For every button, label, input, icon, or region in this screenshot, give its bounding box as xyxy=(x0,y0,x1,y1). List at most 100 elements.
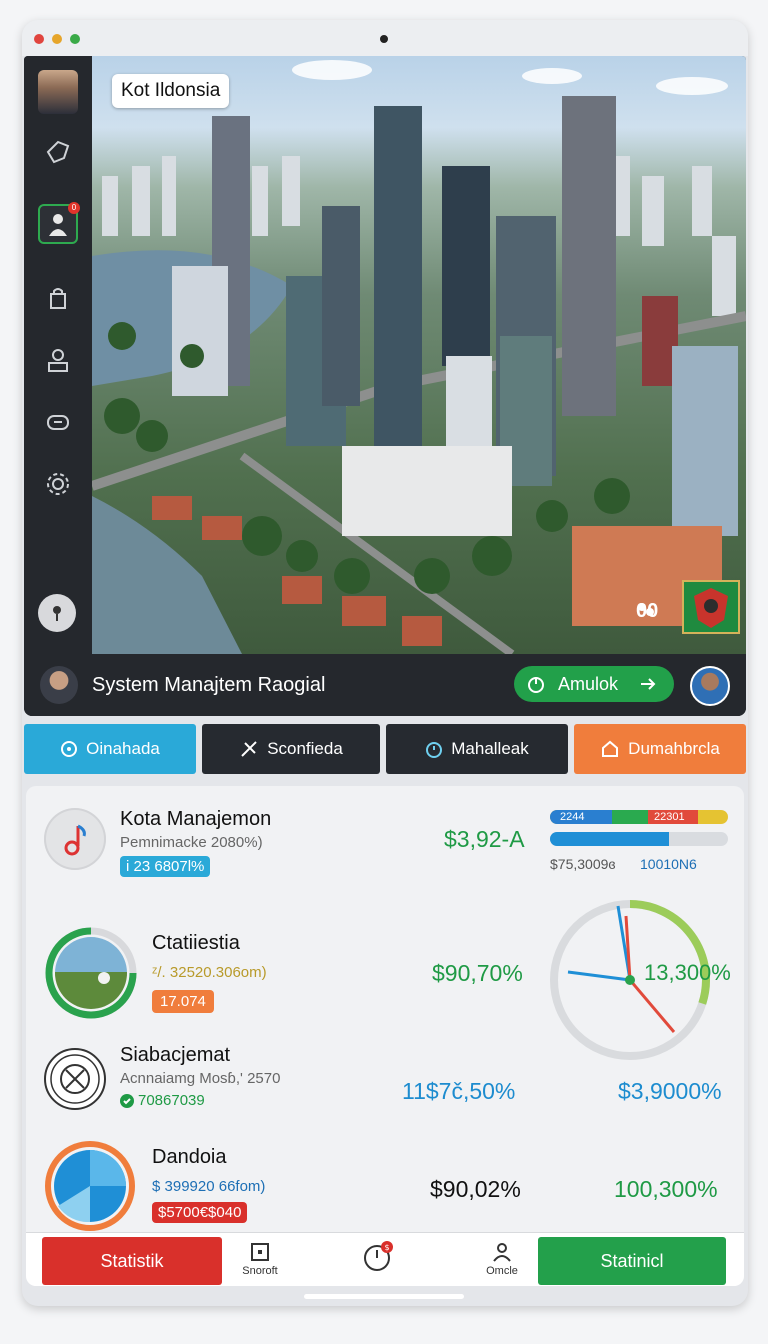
tab-label: Oinahada xyxy=(86,739,160,758)
tab-dumahbrcla[interactable]: Dumahbrcla xyxy=(574,724,746,774)
row-subtitle: Pemnimacke 2080%) xyxy=(120,834,263,851)
person-icon xyxy=(493,1243,511,1262)
statinicl-button[interactable]: Statinicl xyxy=(538,1237,726,1285)
notification-dot: 0 xyxy=(68,202,80,214)
window-titlebar xyxy=(22,20,748,56)
avatar[interactable] xyxy=(38,70,78,114)
city-aerial-image: Kot Ildonsia 00 xyxy=(92,56,746,654)
unlock-button[interactable]: Amulok xyxy=(514,666,674,702)
pie-chart-icon xyxy=(44,1140,136,1232)
square-icon xyxy=(251,1243,269,1261)
row-title: Kota Manajemon xyxy=(120,808,272,830)
unlock-button-label: Amulok xyxy=(558,673,619,694)
tab-bar: Oinahada Sconfieda Mahalleak Dumahbrcla xyxy=(24,724,746,774)
row-value-secondary: 100,300% xyxy=(614,1176,718,1202)
city-count: 00 xyxy=(636,600,658,623)
hero-info-bar: System Manajtem Raogial Amulok xyxy=(24,654,746,716)
hero-section: 0 Kot Ildonsia System Manajtem Raogial A… xyxy=(24,56,746,716)
row-value: $90,02% xyxy=(430,1176,521,1202)
photo-ring-icon xyxy=(44,926,138,1020)
music-icon xyxy=(44,808,106,870)
message-icon xyxy=(47,415,69,430)
progress-bar xyxy=(550,832,728,846)
row-value: 11$7č,50% xyxy=(402,1078,516,1104)
seal-icon xyxy=(44,1048,106,1110)
tab-label: Sconfieda xyxy=(267,739,343,758)
status-badge: $5700€$040 xyxy=(152,1202,248,1223)
snoroft-button[interactable]: Snoroft xyxy=(230,1241,290,1277)
camera-icon xyxy=(380,35,388,43)
tab-mahalleak[interactable]: Mahalleak xyxy=(386,724,568,774)
pin-icon xyxy=(53,606,61,621)
refresh-icon xyxy=(61,741,78,757)
lock-icon xyxy=(50,288,66,309)
minimize-window-button[interactable] xyxy=(52,34,62,44)
arrow-right-icon xyxy=(641,678,656,690)
row-title: Siabacjemat xyxy=(120,1044,231,1066)
sidebar-item-tag[interactable] xyxy=(38,132,78,172)
home-indicator[interactable] xyxy=(304,1294,464,1299)
tag-icon xyxy=(46,140,70,164)
badge-label: 70867039 xyxy=(138,1092,205,1109)
bottom-action-bar: Statistik Snoroft $ Omcle Statinicl xyxy=(26,1232,744,1286)
progress-bars: 2244 22301 xyxy=(550,810,728,848)
tab-label: Mahalleak xyxy=(451,739,529,758)
statistik-button[interactable]: Statistik xyxy=(42,1237,222,1285)
timer-badge: $ xyxy=(384,1243,389,1252)
power-icon xyxy=(528,677,544,693)
row-subtitle: Acnnaiamg Mosɓ,' 2570 xyxy=(120,1070,281,1087)
timer-icon xyxy=(426,742,443,758)
avatar[interactable] xyxy=(690,666,730,706)
status-badge: i 23 6807l% xyxy=(120,856,211,877)
device-frame: 0 Kot Ildonsia System Manajtem Raogial A… xyxy=(22,20,748,1306)
sidebar: 0 xyxy=(24,56,92,654)
bottom-item-label: Omcle xyxy=(486,1265,518,1277)
row-subtitle: $ 399920 66fom) xyxy=(152,1178,266,1195)
shield-icon xyxy=(694,588,728,628)
check-circle-icon xyxy=(120,1093,134,1108)
progress-right-text: 10010N6 xyxy=(640,856,697,872)
sidebar-item-lock[interactable] xyxy=(38,278,78,318)
people-icon xyxy=(638,603,654,616)
home-icon xyxy=(602,740,619,757)
city-skyline-illustration xyxy=(92,60,746,654)
stopwatch-icon: $ xyxy=(364,1241,393,1271)
omcle-button[interactable]: Omcle xyxy=(472,1241,532,1277)
progress-left-text: $75,3009ɞ xyxy=(550,856,616,872)
status-badge: 70867039 xyxy=(120,1092,205,1109)
row-value-secondary: $3,9000% xyxy=(618,1078,722,1104)
person-icon xyxy=(49,214,67,236)
timer-button[interactable]: $ xyxy=(348,1239,408,1275)
tools-icon xyxy=(241,741,257,757)
gauge-label: 13,300% xyxy=(644,960,731,985)
emblem-badge xyxy=(682,580,740,634)
row-title: Ctatiiestia xyxy=(152,932,240,954)
tab-sconfieda[interactable]: Sconfieda xyxy=(202,724,380,774)
sidebar-item-user[interactable] xyxy=(38,340,78,380)
progress-segment-green xyxy=(612,810,648,824)
city-label: Kot Ildonsia xyxy=(112,74,230,108)
row-value: $3,92-A xyxy=(444,826,525,852)
page-title: System Manajtem Raogial xyxy=(92,674,326,696)
sidebar-item-settings[interactable] xyxy=(38,464,78,504)
stats-panel: Kota Manajemon Pemnimacke 2080%) i 23 68… xyxy=(26,786,744,1286)
sidebar-item-account[interactable] xyxy=(38,594,76,632)
bottom-item-label: Snoroft xyxy=(242,1265,278,1277)
row-subtitle: ᶻ/. 32520.306om) xyxy=(152,964,267,981)
progress-fill xyxy=(550,832,670,846)
row-title: Dandoia xyxy=(152,1146,227,1168)
progress-blue-label: 2244 xyxy=(560,811,585,823)
close-window-button[interactable] xyxy=(34,34,44,44)
sidebar-item-profile[interactable]: 0 xyxy=(38,202,80,244)
maximize-window-button[interactable] xyxy=(70,34,80,44)
gear-icon xyxy=(47,473,69,495)
status-badge: 17.074 xyxy=(152,990,214,1013)
row-value: $90,70% xyxy=(432,960,523,986)
progress-red-label: 22301 xyxy=(654,811,685,823)
tab-oinahada[interactable]: Oinahada xyxy=(24,724,196,774)
progress-bar-multi: 2244 22301 xyxy=(550,810,728,824)
tab-label: Dumahbrcla xyxy=(628,739,720,758)
sidebar-item-messages[interactable] xyxy=(38,402,78,442)
user-icon xyxy=(48,349,68,372)
avatar[interactable] xyxy=(40,666,78,704)
